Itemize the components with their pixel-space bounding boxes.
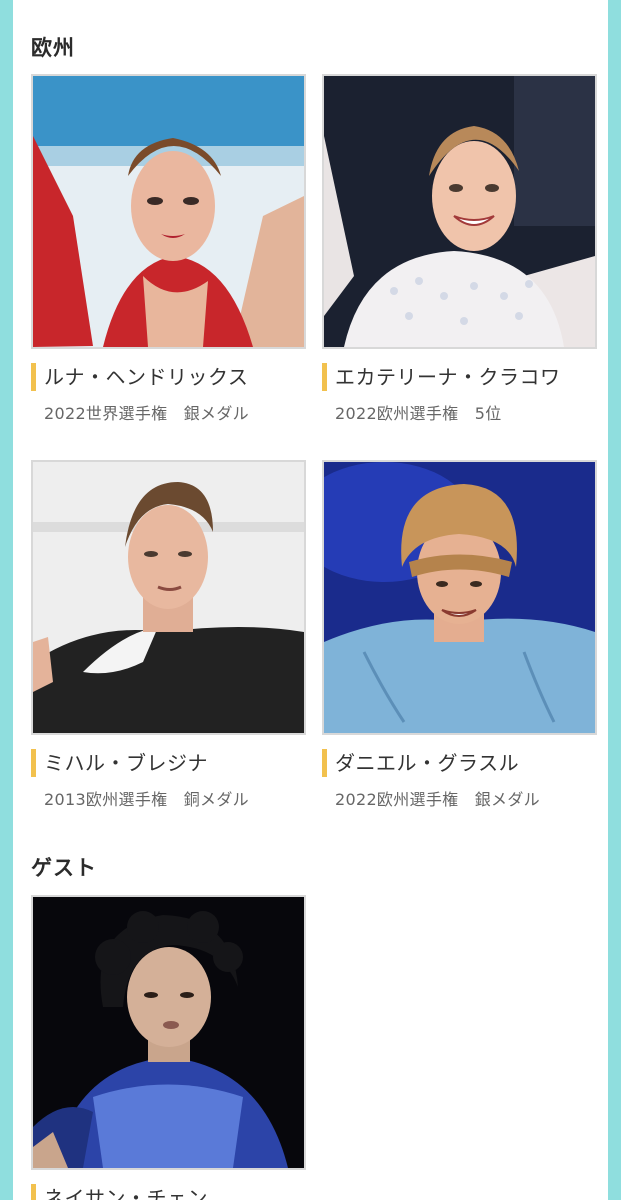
page-content: 欧州 ルナ・ヘンドリックス 2022世界選手権 銀メダル エカテリーナ・クラコワ… [13, 0, 608, 1200]
skater-achievement: 2022欧州選手権 銀メダル [335, 790, 540, 809]
accent-bar [31, 749, 36, 777]
accent-bar [31, 1184, 36, 1200]
skater-card[interactable]: ルナ・ヘンドリックス 2022世界選手権 銀メダル [31, 74, 306, 424]
skater-name[interactable]: ネイサン・チェン [44, 1183, 208, 1200]
skater-achievement: 2022世界選手権 銀メダル [44, 404, 249, 423]
skater-card[interactable]: エカテリーナ・クラコワ 2022欧州選手権 5位 [322, 74, 597, 424]
skater-card[interactable]: ネイサン・チェン [31, 895, 306, 1200]
skater-photo[interactable] [322, 460, 597, 735]
skater-card[interactable]: ダニエル・グラスル 2022欧州選手権 銀メダル [322, 460, 597, 810]
section-title-guest: ゲスト [31, 856, 97, 880]
skater-name[interactable]: ミハル・ブレジナ [44, 748, 208, 778]
accent-bar [31, 363, 36, 391]
skater-achievement: 2013欧州選手権 銅メダル [44, 790, 249, 809]
skater-photo[interactable] [31, 460, 306, 735]
section-title-europe: 欧州 [31, 36, 75, 60]
skater-photo-image [33, 76, 304, 347]
skater-achievement: 2022欧州選手権 5位 [335, 404, 502, 423]
skater-photo[interactable] [322, 74, 597, 349]
skater-photo-image [33, 462, 304, 733]
skater-name[interactable]: ルナ・ヘンドリックス [44, 362, 248, 392]
accent-bar [322, 363, 327, 391]
skater-photo-image [324, 462, 595, 733]
skater-photo-image [33, 897, 304, 1168]
skater-card[interactable]: ミハル・ブレジナ 2013欧州選手権 銅メダル [31, 460, 306, 810]
accent-bar [322, 749, 327, 777]
skater-photo[interactable] [31, 895, 306, 1170]
skater-photo-image [324, 76, 595, 347]
skater-name[interactable]: ダニエル・グラスル [335, 748, 519, 778]
skater-photo[interactable] [31, 74, 306, 349]
skater-name[interactable]: エカテリーナ・クラコワ [335, 362, 561, 392]
